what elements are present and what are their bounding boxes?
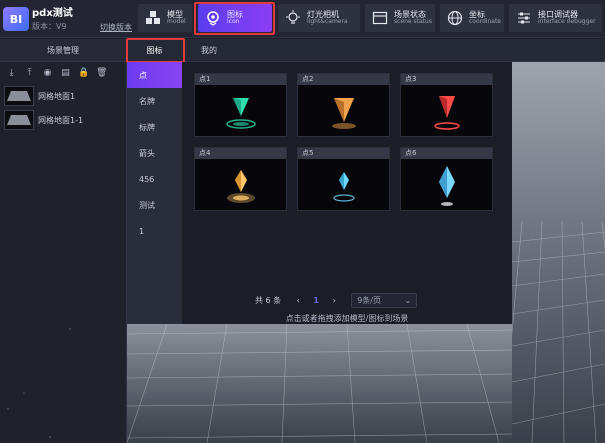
top-bar: BI pdx测试 版本：V9 切换版本 模型 model 图标 icon 灯光相机 l… bbox=[0, 0, 605, 38]
prev-page-button[interactable]: ‹ bbox=[289, 296, 307, 305]
drag-hint-text: 点击或者拖拽添加模型/图标到场景 bbox=[285, 314, 409, 323]
scene-viewport[interactable] bbox=[512, 62, 605, 443]
tab-icon[interactable]: 图标 bbox=[127, 39, 182, 62]
marker-crystal-icon bbox=[298, 159, 389, 211]
grid-floor-thumbnail bbox=[4, 110, 34, 130]
lock-icon[interactable]: 🔒 bbox=[78, 68, 89, 78]
icon-card-label: 点6 bbox=[401, 148, 492, 159]
icon-card-label: 点4 bbox=[195, 148, 286, 159]
category-point[interactable]: 点 bbox=[127, 62, 182, 88]
tool-label-en: model bbox=[167, 18, 186, 26]
download-icon[interactable]: ⤓ bbox=[6, 68, 17, 78]
category-test[interactable]: 测试 bbox=[127, 192, 182, 218]
icon-card[interactable]: 点4 bbox=[194, 147, 287, 211]
scene-toolbar: ⤓ ⤒ ◉ ▤ 🔒 🗑 bbox=[0, 62, 126, 84]
toolbar-coordinate-button[interactable]: 坐标 coordinate bbox=[440, 4, 504, 32]
scene-item-label: 网格地面1-1 bbox=[38, 115, 84, 125]
category-456[interactable]: 456 bbox=[127, 166, 182, 192]
tool-label-en: light&camera bbox=[307, 18, 348, 26]
grid-floor-thumbnail bbox=[4, 86, 34, 106]
pagination: 共 6 条 ‹ 1 › 9条/页 ⌄ bbox=[255, 292, 418, 308]
page-size-value: 9条/页 bbox=[357, 295, 381, 305]
window-icon bbox=[371, 9, 389, 27]
current-page-button[interactable]: 1 bbox=[307, 296, 325, 305]
chevron-down-icon: ⌄ bbox=[404, 295, 412, 305]
icon-card-label: 点2 bbox=[298, 74, 389, 85]
icon-card-label: 点3 bbox=[401, 74, 492, 85]
tool-label-en: scene status bbox=[394, 18, 432, 26]
icon-card[interactable]: 点2 bbox=[297, 73, 390, 137]
icon-card[interactable]: 点6 bbox=[400, 147, 493, 211]
copy-icon[interactable]: ▤ bbox=[60, 68, 71, 78]
app-version: 版本：V9 bbox=[32, 22, 67, 31]
icon-card[interactable]: 点1 bbox=[194, 73, 287, 137]
icon-card-label: 点1 bbox=[195, 74, 286, 85]
tool-label-en: interface debugger bbox=[538, 18, 596, 26]
toolbar-interface-debugger-button[interactable]: 接口调试器 interface debugger bbox=[509, 4, 602, 32]
marker-crystal-icon bbox=[401, 159, 492, 211]
scene-list-item[interactable]: 网格地面1 bbox=[0, 84, 126, 108]
grid-floor bbox=[512, 221, 605, 443]
scene-panel-title: 场景管理 bbox=[0, 39, 126, 62]
sliders-icon bbox=[515, 9, 533, 27]
app-logo: BI bbox=[3, 7, 29, 31]
toolbar-scene-status-button[interactable]: 场景状态 scene status bbox=[365, 4, 435, 32]
tab-mine[interactable]: 我的 bbox=[197, 39, 221, 62]
app-title: pdx测试 bbox=[32, 8, 73, 19]
grid-floor bbox=[127, 324, 512, 443]
delete-icon[interactable]: 🗑 bbox=[96, 68, 107, 78]
bulb-icon bbox=[284, 9, 302, 27]
scene-item-label: 网格地面1 bbox=[38, 91, 76, 101]
background-stars bbox=[7, 328, 71, 438]
marker-cone-icon bbox=[195, 85, 286, 137]
icon-card[interactable]: 点5 bbox=[297, 147, 390, 211]
icon-card[interactable]: 点3 bbox=[400, 73, 493, 137]
scene-management-panel: 场景管理 ⤓ ⤒ ◉ ▤ 🔒 🗑 网格地面1 网格地面1-1 bbox=[0, 39, 127, 443]
category-sign[interactable]: 标牌 bbox=[127, 114, 182, 140]
location-target-icon bbox=[204, 9, 222, 27]
category-arrow[interactable]: 箭头 bbox=[127, 140, 182, 166]
marker-cone-icon bbox=[401, 85, 492, 137]
scene-viewport-floor[interactable] bbox=[127, 324, 512, 443]
scene-list-item[interactable]: 网格地面1-1 bbox=[0, 108, 126, 132]
globe-icon bbox=[446, 9, 464, 27]
icon-card-label: 点5 bbox=[298, 148, 389, 159]
library-tab-bar: 图标 我的 bbox=[127, 39, 605, 62]
marker-crystal-icon bbox=[195, 159, 286, 211]
toolbar-model-button[interactable]: 模型 model bbox=[138, 4, 192, 32]
category-list: 点 名牌 标牌 箭头 456 测试 1 bbox=[127, 62, 182, 324]
tool-label-en: coordinate bbox=[469, 18, 502, 26]
upload-icon[interactable]: ⤒ bbox=[24, 68, 35, 78]
tool-label-en: icon bbox=[227, 18, 240, 26]
next-page-button[interactable]: › bbox=[325, 296, 343, 305]
toolbar-icon-button[interactable]: 图标 icon bbox=[198, 4, 272, 32]
marker-cone-icon bbox=[298, 85, 389, 137]
category-1[interactable]: 1 bbox=[127, 218, 182, 244]
toolbar-light-camera-button[interactable]: 灯光相机 light&camera bbox=[278, 4, 360, 32]
pagination-total: 共 6 条 bbox=[255, 295, 282, 305]
icon-grid-area: 点1 点2 点3 点4 点5 点6 bbox=[182, 62, 512, 324]
target-icon[interactable]: ◉ bbox=[42, 68, 53, 78]
cubes-icon bbox=[144, 9, 162, 27]
category-nameplate[interactable]: 名牌 bbox=[127, 88, 182, 114]
switch-version-link[interactable]: 切换版本 bbox=[100, 22, 132, 33]
page-size-select[interactable]: 9条/页 ⌄ bbox=[351, 292, 418, 308]
